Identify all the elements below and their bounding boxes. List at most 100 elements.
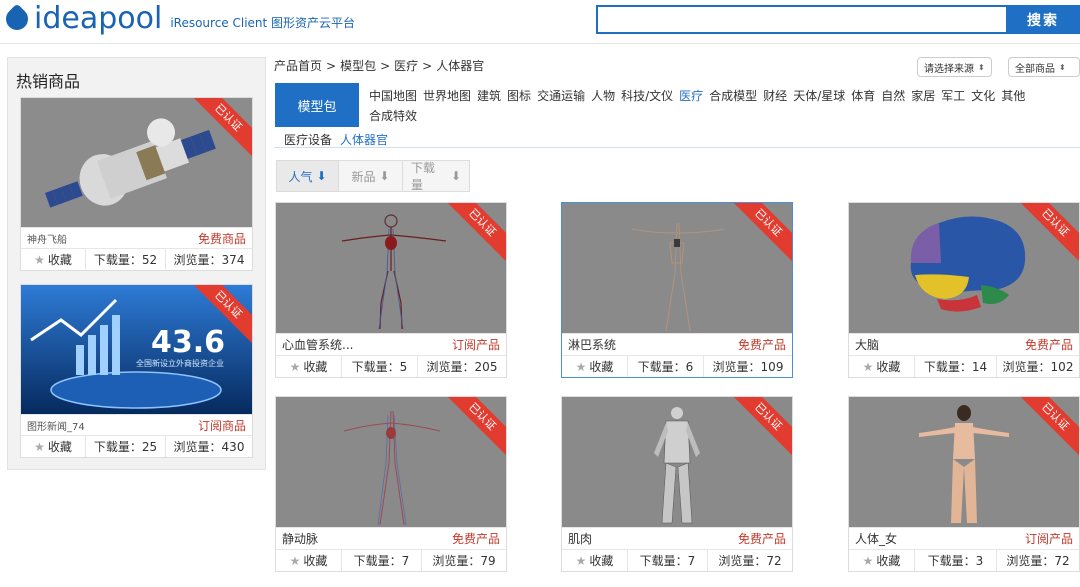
favorite-button[interactable]: ★ 收藏 [21,249,86,270]
header: ideapool iResource Client 图形资产云平台 搜索 [0,0,1080,44]
product-card[interactable]: 已认证 肌肉 免费产品 ★ 收藏 下载量：7 浏览量：72 [561,396,793,572]
sort-newest[interactable]: 新品 ⬇ [339,161,403,191]
subcategory-list: 医疗设备 人体器官 [284,131,396,148]
product-thumbnail[interactable]: 已认证 [276,397,506,527]
product-thumbnail[interactable]: 已认证 [562,397,792,527]
download-count: 下载量：6 [628,356,704,377]
product-card[interactable]: 已认证 人体_女 订阅产品 ★ 收藏 下载量：3 浏览量：72 [848,396,1080,572]
product-type: 订阅产品 [1024,532,1073,546]
category-item[interactable]: 体育 [851,89,875,103]
card-meta: 心血管系统... 订阅产品 [276,333,506,355]
favorite-button[interactable]: ★ 收藏 [562,550,628,571]
card-stats: ★ 收藏 下载量：52 浏览量：374 [21,248,252,270]
category-item[interactable]: 天体/星球 [793,89,845,103]
category-item[interactable]: 图标 [507,89,531,103]
star-icon: ★ [34,439,45,454]
view-count: 浏览量：205 [426,360,498,374]
category-item[interactable]: 中国地图 [369,89,417,103]
product-type: 免费产品 [1024,338,1073,352]
product-name[interactable]: 神舟飞船 [27,231,67,246]
breadcrumb-current: 人体器官 [436,59,485,73]
product-thumbnail[interactable]: 已认证 [276,203,506,333]
product-name[interactable]: 肌肉 [568,530,592,547]
breadcrumb: 产品首页 > 模型包 > 医疗 > 人体器官 [274,57,488,74]
search-input[interactable] [598,7,1006,32]
product-thumbnail[interactable]: 已认证 [849,203,1079,333]
favorite-button[interactable]: ★ 收藏 [849,550,915,571]
sort-downloads[interactable]: 下载量 ⬇ [403,161,469,192]
category-item[interactable]: 建筑 [477,89,501,103]
favorite-label: 收藏 [876,360,901,374]
view-count: 浏览量：102 [1002,360,1074,374]
card-meta: 大脑 免费产品 [849,333,1079,355]
star-icon: ★ [862,359,874,374]
source-select[interactable]: 请选择来源 ⬍ [917,57,992,77]
favorite-button[interactable]: ★ 收藏 [562,356,628,377]
category-item[interactable]: 科技/文仪 [621,89,673,103]
product-type: 订阅产品 [451,338,500,352]
download-count: 下载量：5 [342,356,418,377]
category-item[interactable]: 交通运输 [537,89,585,103]
card-meta: 图形新闻_74 订阅商品 [21,414,252,435]
card-meta: 神舟飞船 免费商品 [21,227,252,248]
sidebar-product-card[interactable]: 已认证 神舟飞船 免费商品 ★ 收藏 下载量：52 浏览量：374 [20,97,253,271]
product-name[interactable]: 人体_女 [855,530,897,547]
product-name[interactable]: 静动脉 [282,530,318,547]
logo[interactable]: ideapool iResource Client 图形资产云平台 [1,2,355,36]
search-box [596,5,1006,34]
search-button[interactable]: 搜索 [1006,5,1080,34]
product-name[interactable]: 心血管系统... [282,336,353,353]
card-meta: 人体_女 订阅产品 [849,527,1079,549]
breadcrumb-medical[interactable]: 医疗 [394,59,418,73]
star-icon: ★ [575,553,587,568]
category-item[interactable]: 合成模型 [709,89,757,103]
category-item[interactable]: 财经 [763,89,787,103]
favorite-button[interactable]: ★ 收藏 [849,356,915,377]
category-item[interactable]: 家居 [911,89,935,103]
product-card[interactable]: 已认证 淋巴系统 免费产品 ★ 收藏 下载量：6 浏览量：109 [561,202,793,378]
view-count: 浏览量：72 [718,554,782,568]
select-arrows-icon: ⬍ [1059,62,1066,72]
sidebar-product-card[interactable]: 43.6 全国新设立外商投资企业 已认证 图形新闻_74 订阅商品 ★ 收藏 下… [20,284,253,458]
product-thumbnail[interactable]: 43.6 全国新设立外商投资企业 已认证 [21,285,252,414]
favorite-button[interactable]: ★ 收藏 [276,550,342,571]
category-item-active[interactable]: 医疗 [679,89,703,103]
category-item[interactable]: 其他 [1001,89,1025,103]
favorite-label: 收藏 [589,554,614,568]
category-item[interactable]: 人物 [591,89,615,103]
product-thumbnail[interactable]: 已认证 [21,98,252,227]
category-item[interactable]: 世界地图 [423,89,471,103]
category-item[interactable]: 军工 [941,89,965,103]
select-arrows-icon: ⬍ [978,62,985,72]
card-stats: ★ 收藏 下载量：7 浏览量：79 [276,549,506,571]
subcategory-item-active[interactable]: 人体器官 [340,133,388,147]
product-type: 免费商品 [197,231,246,246]
product-type: 免费产品 [737,532,786,546]
subcategory-item[interactable]: 医疗设备 [284,133,332,147]
product-thumbnail[interactable]: 已认证 [562,203,792,333]
card-stats: ★ 收藏 下载量：5 浏览量：205 [276,355,506,377]
star-icon: ★ [289,553,301,568]
hot-products-sidebar: 热销商品 已认证 神舟飞船 免费商品 ★ 收藏 下载量：52 浏览量：374 4… [7,57,266,470]
download-count: 下载量：7 [628,550,708,571]
breadcrumb-model-pack[interactable]: 模型包 [340,59,376,73]
product-thumbnail[interactable]: 已认证 [849,397,1079,527]
product-card[interactable]: 已认证 大脑 免费产品 ★ 收藏 下载量：14 浏览量：102 [848,202,1080,378]
category-item[interactable]: 文化 [971,89,995,103]
arrow-down-icon: ⬇ [379,169,390,183]
category-item[interactable]: 自然 [881,89,905,103]
product-card[interactable]: 已认证 心血管系统... 订阅产品 ★ 收藏 下载量：5 浏览量：205 [275,202,507,378]
category-tab-model-pack[interactable]: 模型包 [275,83,359,127]
category-item[interactable]: 合成特效 [369,109,417,123]
sort-popularity[interactable]: 人气 ⬇ [277,161,339,191]
scope-select[interactable]: 全部商品 ⬍ [1008,57,1080,77]
sort-label: 人气 [288,169,313,184]
product-card[interactable]: 已认证 静动脉 免费产品 ★ 收藏 下载量：7 浏览量：79 [275,396,507,572]
breadcrumb-home[interactable]: 产品首页 [274,59,322,73]
product-name[interactable]: 淋巴系统 [568,336,616,353]
product-name[interactable]: 图形新闻_74 [27,418,85,433]
favorite-button[interactable]: ★ 收藏 [21,436,86,457]
product-name[interactable]: 大脑 [855,336,879,353]
category-list: 中国地图 世界地图 建筑 图标 交通运输 人物 科技/文仪 医疗 合成模型 财经 天体/星球 体育 自然… [369,86,1080,126]
favorite-button[interactable]: ★ 收藏 [276,356,342,377]
